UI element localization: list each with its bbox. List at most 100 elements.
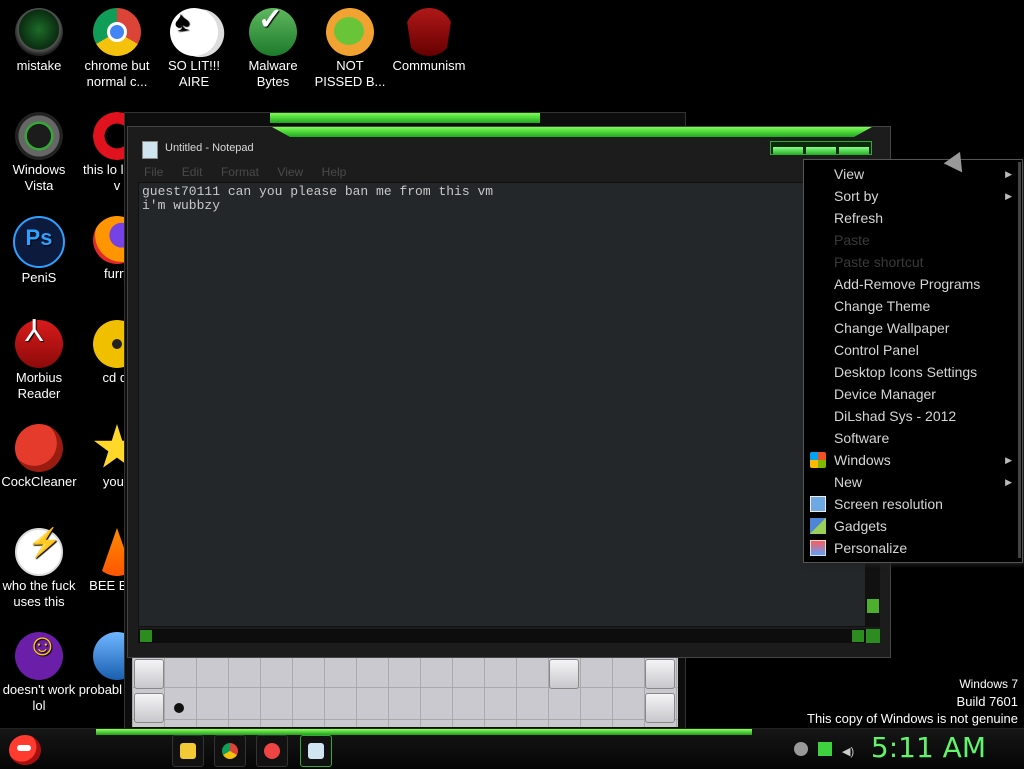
minimize-button[interactable] bbox=[773, 147, 803, 155]
desktop-icon-label: mistake bbox=[16, 58, 62, 73]
ctx-item-windows[interactable]: Windows ▶ bbox=[804, 449, 1018, 471]
resize-grip[interactable] bbox=[866, 629, 880, 643]
grid-tile[interactable] bbox=[134, 693, 164, 723]
desktop-icon-bolt[interactable]: who the fuck uses this bbox=[0, 528, 78, 610]
ctx-item-gadgets[interactable]: Gadgets bbox=[804, 515, 1018, 537]
system-tray bbox=[788, 735, 878, 765]
ctx-item-device-manager[interactable]: Device Manager bbox=[804, 383, 1018, 405]
game-grid[interactable] bbox=[132, 655, 678, 727]
windows-watermark: Windows 7 Build 7601 This copy of Window… bbox=[807, 676, 1018, 727]
ctx-item-view[interactable]: View ▶ bbox=[804, 163, 1018, 185]
menu-help[interactable]: Help bbox=[322, 165, 347, 179]
start-button[interactable] bbox=[6, 731, 46, 767]
taskbar: 5:11 AM bbox=[0, 728, 1024, 769]
angry-bird-start-icon bbox=[9, 735, 41, 765]
notepad-icon bbox=[142, 141, 158, 159]
maximize-button[interactable] bbox=[806, 147, 836, 155]
personalize-icon bbox=[810, 540, 826, 556]
ctx-item-paste-shortcut: Paste shortcut bbox=[834, 254, 924, 270]
notepad-window[interactable]: Untitled - Notepad File Edit Format View… bbox=[127, 126, 891, 658]
desktop-icon-photoshop[interactable]: Ps PeniS bbox=[0, 216, 78, 286]
window-controls[interactable] bbox=[770, 141, 872, 155]
desktop-icon-label: Communism bbox=[392, 58, 466, 73]
scroll-left-button[interactable] bbox=[140, 630, 152, 642]
network-icon[interactable] bbox=[818, 742, 832, 756]
desktop-icon-label: Windows Vista bbox=[12, 162, 66, 193]
solitaire-icon bbox=[166, 4, 222, 60]
menu-file[interactable]: File bbox=[144, 165, 163, 179]
grid-tile[interactable] bbox=[134, 659, 164, 689]
desktop-icon-label: chrome but normal c... bbox=[84, 58, 150, 89]
ctx-item-sort-by[interactable]: Sort by ▶ bbox=[804, 185, 1018, 207]
bad-piggies-icon bbox=[326, 8, 374, 56]
taskbar-button-ccleaner[interactable] bbox=[256, 735, 288, 767]
grid-tile[interactable] bbox=[645, 693, 675, 723]
windows-logo-icon bbox=[810, 452, 826, 468]
windows-vista-icon bbox=[15, 112, 63, 160]
ctx-item-dilshad-sys[interactable]: DiLshad Sys - 2012 bbox=[804, 405, 1018, 427]
ccleaner-icon bbox=[15, 424, 63, 472]
ctx-item-change-wallpaper[interactable]: Change Wallpaper bbox=[804, 317, 1018, 339]
grid-tile[interactable] bbox=[645, 659, 675, 689]
desktop-icon-malwarebytes[interactable]: Malware Bytes bbox=[234, 8, 312, 90]
taskbar-button-explorer[interactable] bbox=[172, 735, 204, 767]
ctx-item-control-panel[interactable]: Control Panel bbox=[804, 339, 1018, 361]
desktop-icon-bad-piggies[interactable]: NOT PISSED B... bbox=[311, 8, 389, 90]
window-title: Untitled - Notepad bbox=[165, 142, 254, 154]
ctx-item-paste: Paste bbox=[834, 232, 870, 248]
ctx-item-software[interactable]: Software bbox=[804, 427, 1018, 449]
mine-icon bbox=[174, 703, 184, 713]
scrollbar-thumb[interactable] bbox=[867, 599, 879, 613]
desktop-icon-windows-vista[interactable]: Windows Vista bbox=[0, 112, 78, 194]
text-editor[interactable]: guest70111 can you please ban me from th… bbox=[138, 182, 866, 627]
menu-view[interactable]: View bbox=[277, 165, 303, 179]
photoshop-icon: Ps bbox=[13, 216, 65, 268]
tray-expand-icon[interactable] bbox=[794, 742, 808, 756]
submenu-arrow-icon: ▶ bbox=[1005, 169, 1012, 179]
ctx-item-refresh[interactable]: Refresh bbox=[804, 207, 1018, 229]
gadgets-icon bbox=[810, 518, 826, 534]
volume-icon[interactable] bbox=[842, 742, 856, 756]
horizontal-scrollbar[interactable] bbox=[138, 629, 866, 643]
desktop-icon-label: NOT PISSED B... bbox=[314, 58, 386, 89]
ctx-item-personalize[interactable]: Personalize bbox=[804, 537, 1018, 559]
desktop-icon-label: CockCleaner bbox=[1, 474, 77, 489]
desktop-icon-label: Morbius Reader bbox=[15, 370, 63, 401]
desktop-icon-communism[interactable]: Communism bbox=[388, 8, 470, 74]
file-explorer-icon bbox=[180, 743, 196, 759]
background-window-titlebar[interactable] bbox=[270, 113, 540, 123]
communism-icon bbox=[405, 8, 453, 56]
desktop-icon-chrome[interactable]: chrome but normal c... bbox=[78, 8, 156, 90]
desktop-icon-label: doesn't work lol bbox=[2, 682, 76, 713]
notepad-titlebar-accent bbox=[272, 127, 872, 137]
chrome-icon bbox=[222, 743, 238, 759]
menu-format[interactable]: Format bbox=[221, 165, 259, 179]
scroll-right-button[interactable] bbox=[852, 630, 864, 642]
desktop-icon-label: PeniS bbox=[21, 270, 57, 285]
clock[interactable]: 5:11 AM bbox=[871, 731, 986, 764]
adobe-reader-icon bbox=[15, 320, 63, 368]
desktop-context-menu: View ▶ Sort by ▶ Refresh Paste Paste short… bbox=[803, 159, 1023, 563]
desktop-icon-adobe-reader[interactable]: Morbius Reader bbox=[0, 320, 78, 402]
context-menu-scrollbar bbox=[1018, 162, 1021, 558]
menu-edit[interactable]: Edit bbox=[182, 165, 203, 179]
desktop-icon-ccleaner[interactable]: CockCleaner bbox=[0, 424, 78, 490]
chrome-icon bbox=[93, 8, 141, 56]
ctx-item-screen-resolution[interactable]: Screen resolution bbox=[804, 493, 1018, 515]
ctx-item-add-remove-programs[interactable]: Add-Remove Programs bbox=[804, 273, 1018, 295]
ctx-item-change-theme[interactable]: Change Theme bbox=[804, 295, 1018, 317]
taskbar-button-chrome[interactable] bbox=[214, 735, 246, 767]
menu-bar: File Edit Format View Help bbox=[140, 163, 880, 183]
close-button[interactable] bbox=[839, 147, 869, 155]
ccleaner-icon bbox=[264, 743, 280, 759]
desktop-icon-mistake[interactable]: mistake bbox=[0, 8, 78, 74]
grid-tile[interactable] bbox=[549, 659, 579, 689]
desktop-icon-solitaire[interactable]: SO LIT!!! AIRE bbox=[155, 4, 233, 90]
bolt-icon bbox=[15, 528, 63, 576]
taskbar-button-notepad[interactable] bbox=[300, 735, 332, 767]
ctx-item-desktop-icons-settings[interactable]: Desktop Icons Settings bbox=[804, 361, 1018, 383]
desktop-icon-yahoo[interactable]: doesn't work lol bbox=[0, 632, 78, 714]
mistake-icon bbox=[15, 8, 63, 56]
ctx-item-new[interactable]: New ▶ bbox=[804, 471, 1018, 493]
desktop-icon-label: Malware Bytes bbox=[248, 58, 298, 89]
